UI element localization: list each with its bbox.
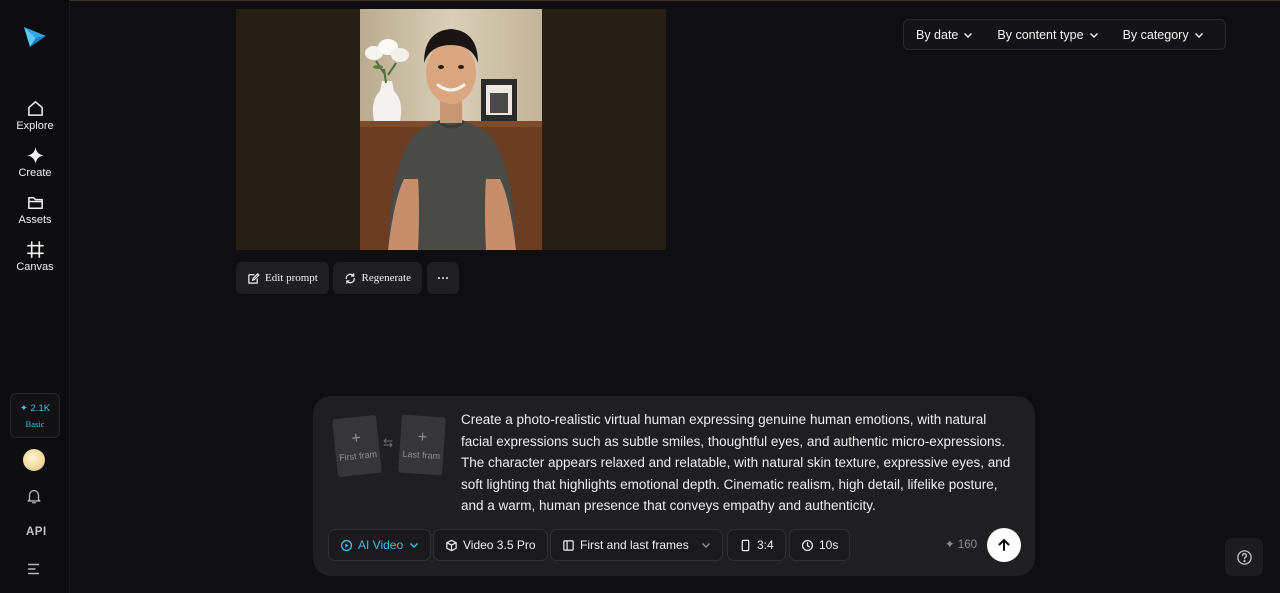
more-dots-icon: ···: [436, 270, 449, 285]
chevron-down-icon: [410, 543, 419, 548]
question-icon: [1236, 549, 1252, 565]
folder-icon: [27, 196, 43, 209]
more-options-button[interactable]: ···: [427, 262, 459, 294]
arrow-up-icon: [998, 539, 1010, 551]
sidebar-item-assets[interactable]: Assets: [0, 193, 70, 226]
filter-label: By category: [1122, 27, 1189, 42]
ai-video-icon: [340, 539, 353, 551]
first-frame-label: First fram: [338, 448, 378, 463]
aspect-ratio-label: 3:4: [757, 538, 774, 552]
plus-icon: +: [417, 428, 428, 447]
logo-icon[interactable]: [22, 24, 48, 50]
filter-by-date[interactable]: By date: [904, 20, 985, 49]
chevron-down-icon: [1089, 32, 1098, 38]
sidebar-item-explore[interactable]: Explore: [0, 99, 70, 132]
sidebar-item-canvas[interactable]: Canvas: [0, 240, 70, 273]
duration-selector[interactable]: 10s: [789, 529, 851, 561]
filter-by-content-type[interactable]: By content type: [985, 20, 1110, 49]
duration-label: 10s: [819, 538, 839, 552]
mode-selector[interactable]: AI Video: [328, 529, 432, 561]
generated-image[interactable]: [236, 9, 666, 250]
chevron-down-icon: [1194, 32, 1203, 38]
menu-icon[interactable]: [25, 560, 43, 578]
credit-cost: ✦ 160: [945, 539, 978, 551]
regenerate-button[interactable]: Regenerate: [333, 262, 422, 294]
filter-by-category[interactable]: By category: [1111, 20, 1216, 49]
help-button[interactable]: [1225, 538, 1263, 576]
aspect-ratio-selector[interactable]: 3:4: [727, 529, 786, 561]
first-frame-upload[interactable]: + First fram: [332, 414, 382, 478]
model-label: Video 3.5 Pro: [463, 538, 536, 552]
home-icon: [27, 101, 43, 116]
avatar[interactable]: [23, 449, 45, 471]
filter-label: By content type: [997, 27, 1084, 42]
regenerate-label: Regenerate: [361, 272, 411, 284]
prompt-textarea[interactable]: Create a photo-realistic virtual human e…: [461, 409, 1016, 517]
frames-mode-label: First and last frames: [580, 538, 689, 552]
api-link[interactable]: API: [26, 526, 47, 538]
sidebar-item-label: Assets: [18, 214, 52, 226]
plan-tier: Basic: [25, 418, 45, 429]
sparkle-icon: [26, 146, 44, 165]
last-frame-upload[interactable]: + Last fram: [398, 414, 446, 476]
edit-icon: [248, 272, 260, 284]
frames-mode-selector[interactable]: First and last frames: [550, 529, 723, 561]
bell-icon[interactable]: [25, 487, 43, 505]
refresh-icon: [345, 272, 355, 284]
model-selector[interactable]: Video 3.5 Pro: [433, 529, 548, 561]
edit-prompt-label: Edit prompt: [265, 272, 318, 284]
credits-badge[interactable]: ✦ 2.1K Basic: [10, 393, 60, 438]
chevron-down-icon: [702, 543, 710, 548]
last-frame-label: Last fram: [402, 448, 441, 462]
frames-icon: [563, 539, 574, 551]
mode-label: AI Video: [358, 538, 404, 552]
sidebar-item-label: Explore: [16, 120, 54, 132]
credits-value: ✦ 2.1K: [19, 402, 51, 414]
filter-bar: By date By content type By category: [903, 19, 1226, 50]
edit-prompt-button[interactable]: Edit prompt: [236, 262, 329, 294]
swap-icon[interactable]: ⇆: [383, 436, 393, 450]
sidebar-item-label: Canvas: [16, 261, 54, 273]
prompt-panel: + First fram ⇆ + Last fram Create a phot…: [313, 396, 1035, 576]
frame-icon: [26, 241, 44, 258]
sidebar-item-create[interactable]: Create: [0, 146, 70, 179]
clock-icon: [801, 539, 814, 551]
plus-icon: +: [350, 429, 362, 448]
aspect-ratio-icon: [741, 539, 750, 551]
generate-button[interactable]: [987, 528, 1021, 562]
sidebar-item-label: Create: [18, 167, 52, 179]
chevron-down-icon: [964, 32, 973, 38]
sidebar: Explore Create Assets Canvas ✦ 2.1K Basi…: [0, 0, 70, 593]
top-divider: [0, 0, 1280, 1]
filter-label: By date: [916, 27, 959, 42]
portrait-photo: [360, 9, 542, 250]
cube-icon: [446, 539, 457, 551]
